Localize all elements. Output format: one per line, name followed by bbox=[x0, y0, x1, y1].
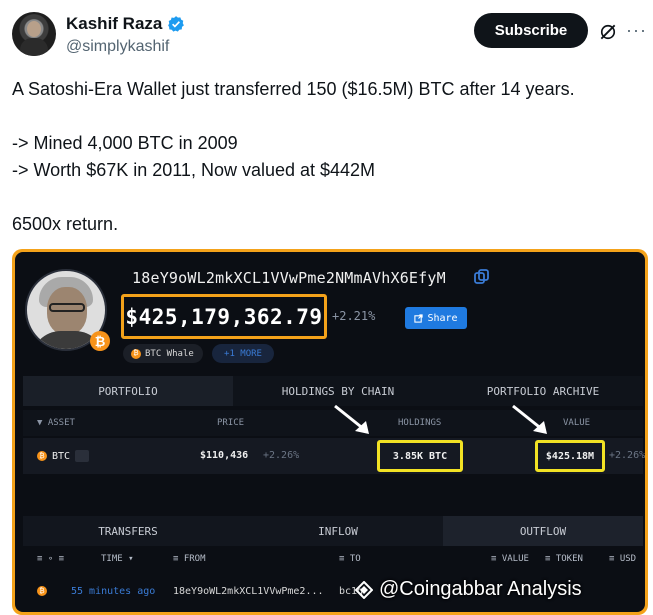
author-block: Kashif Raza @simplykashif bbox=[66, 14, 185, 56]
copy-icon[interactable] bbox=[473, 268, 491, 286]
tab-holdings-by-chain[interactable]: HOLDINGS BY CHAIN bbox=[233, 376, 443, 406]
author-name-row: Kashif Raza bbox=[66, 14, 185, 34]
wallet-panel: ₿ 18eY9oWL2mkXCL1VVwPme2NMmAVhX6EfyM $42… bbox=[15, 252, 645, 612]
bitcoin-icon: ₿ bbox=[37, 586, 47, 596]
asset-holdings: 3.85K BTC bbox=[392, 450, 448, 462]
column-price[interactable]: PRICE bbox=[217, 418, 244, 428]
author-avatar[interactable] bbox=[12, 12, 56, 56]
share-label: Share bbox=[427, 312, 458, 324]
tab-portfolio[interactable]: PORTFOLIO bbox=[23, 376, 233, 406]
avatar-body bbox=[20, 38, 48, 56]
transfer-tabs: TRANSFERS INFLOW OUTFLOW bbox=[23, 516, 643, 546]
share-icon bbox=[414, 313, 424, 323]
transfer-time[interactable]: 55 minutes ago bbox=[71, 586, 155, 597]
tweet-line: 6500x return. bbox=[12, 214, 119, 234]
column-from[interactable]: ≡ FROM bbox=[173, 554, 206, 564]
subscribe-button[interactable]: Subscribe bbox=[474, 13, 588, 48]
bitcoin-icon: ₿ bbox=[37, 451, 47, 461]
tab-outflow[interactable]: OUTFLOW bbox=[443, 516, 643, 546]
verified-badge-icon bbox=[168, 16, 185, 32]
transfers-table-header: ≡ ∘ ≡ TIME ▾ ≡ FROM ≡ TO ≡ VALUE ≡ TOKEN… bbox=[23, 548, 643, 570]
tweet-text: A Satoshi-Era Wallet just transferred 15… bbox=[12, 76, 642, 238]
avatar-face bbox=[27, 21, 41, 37]
column-value[interactable]: VALUE bbox=[563, 418, 590, 428]
holdings-highlight: 3.85K BTC bbox=[377, 440, 463, 472]
bitcoin-icon: ₿ bbox=[131, 348, 141, 359]
more-options-icon[interactable]: ··· bbox=[626, 20, 647, 41]
portfolio-tabs: PORTFOLIO HOLDINGS BY CHAIN PORTFOLIO AR… bbox=[23, 376, 643, 406]
column-holdings[interactable]: HOLDINGS bbox=[398, 418, 441, 428]
tab-transfers[interactable]: TRANSFERS bbox=[23, 516, 233, 546]
column-to[interactable]: ≡ TO bbox=[339, 554, 361, 564]
tab-portfolio-archive[interactable]: PORTFOLIO ARCHIVE bbox=[443, 376, 643, 406]
column-time[interactable]: TIME ▾ bbox=[101, 554, 134, 564]
chart-icon[interactable] bbox=[75, 450, 90, 462]
column-usd[interactable]: ≡ USD bbox=[609, 554, 636, 564]
wallet-address: 18eY9oWL2mkXCL1VVwPme2NMmAVhX6EfyM bbox=[132, 269, 446, 287]
asset-value: $425.18M bbox=[545, 450, 595, 462]
price-change: +2.26% bbox=[263, 450, 300, 461]
column-value[interactable]: ≡ VALUE bbox=[491, 554, 529, 564]
tweet-media[interactable]: ₿ 18eY9oWL2mkXCL1VVwPme2NMmAVhX6EfyM $42… bbox=[12, 249, 648, 615]
watermark-text: @Coingabbar Analysis bbox=[379, 578, 582, 600]
tweet-line: -> Worth $67K in 2011, Now valued at $44… bbox=[12, 160, 376, 180]
tag-label: BTC Whale bbox=[145, 348, 194, 359]
filter-icons[interactable]: ≡ ∘ ≡ bbox=[37, 554, 64, 564]
tweet-line bbox=[12, 184, 642, 211]
annotation-arrow-icon bbox=[512, 404, 547, 434]
tag-more[interactable]: +1 MORE bbox=[212, 344, 274, 363]
value-change: +2.26% bbox=[609, 450, 645, 461]
watermark: @Coingabbar Analysis bbox=[355, 578, 582, 601]
balance-highlight: $425,179,362.79 bbox=[121, 294, 327, 339]
holdings-row[interactable]: ₿ BTC $110,436 +2.26% 3.85K BTC $425.18M… bbox=[23, 438, 645, 474]
asset-price: $110,436 bbox=[200, 450, 249, 461]
wallet-balance: $425,179,362.79 bbox=[125, 304, 323, 329]
column-token[interactable]: ≡ TOKEN bbox=[545, 554, 583, 564]
balance-change: +2.21% bbox=[332, 309, 376, 323]
avatar-glasses bbox=[49, 303, 85, 312]
grok-icon[interactable] bbox=[598, 22, 618, 42]
annotation-arrow-icon bbox=[334, 404, 369, 434]
value-highlight: $425.18M bbox=[535, 440, 605, 472]
share-button[interactable]: Share bbox=[405, 307, 467, 329]
tab-inflow[interactable]: INFLOW bbox=[233, 516, 443, 546]
asset-name: BTC bbox=[52, 450, 71, 462]
tweet-line bbox=[12, 103, 642, 130]
tweet-line: A Satoshi-Era Wallet just transferred 15… bbox=[12, 79, 575, 99]
tweet-line: -> Mined 4,000 BTC in 2009 bbox=[12, 133, 238, 153]
tag-btc-whale[interactable]: ₿ BTC Whale bbox=[123, 344, 203, 363]
author-name[interactable]: Kashif Raza bbox=[66, 14, 162, 34]
column-asset[interactable]: ▼ ASSET bbox=[37, 418, 75, 428]
asset-cell: ₿ BTC bbox=[37, 450, 90, 462]
bitcoin-icon: ₿ bbox=[90, 331, 110, 351]
coingabbar-logo-icon bbox=[355, 580, 373, 599]
transfer-from[interactable]: 18eY9oWL2mkXCL1VVwPme2... bbox=[173, 586, 324, 597]
author-handle[interactable]: @simplykashif bbox=[66, 38, 185, 56]
